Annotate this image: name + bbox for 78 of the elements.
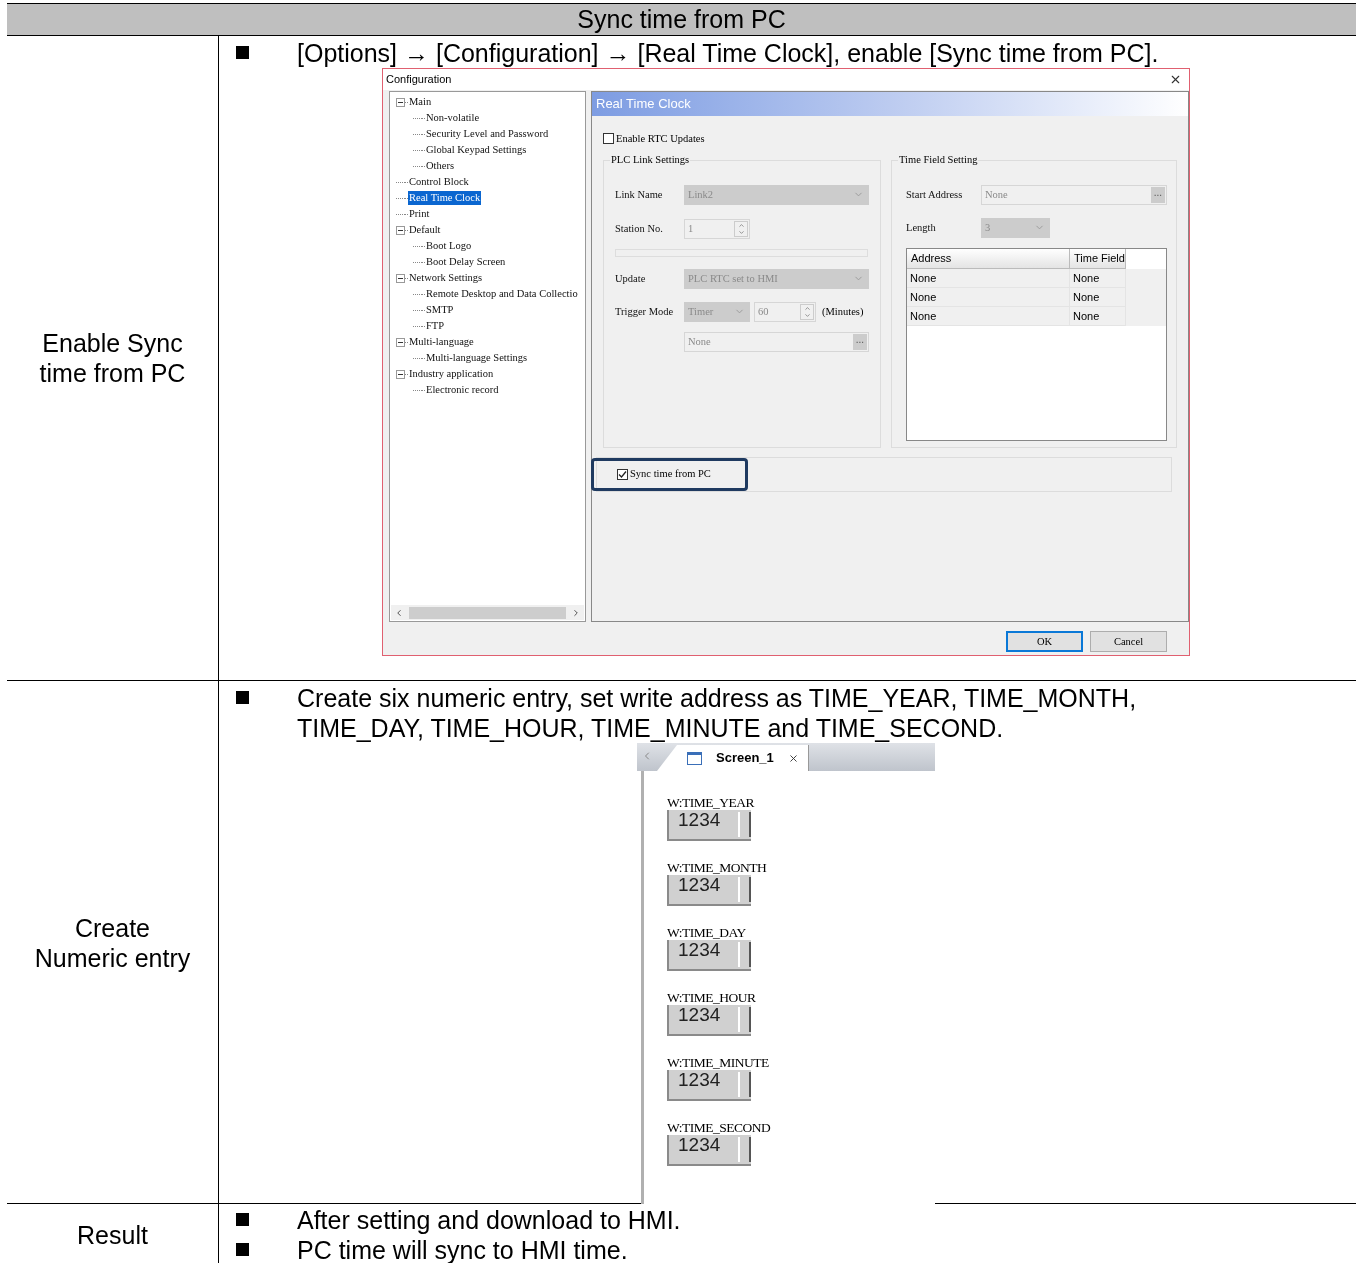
header-title: Sync time from PC: [577, 3, 786, 35]
field-label: Trigger Mode: [615, 304, 675, 319]
collapse-icon[interactable]: [396, 225, 405, 235]
table-cell: None: [907, 287, 1070, 307]
tree-item[interactable]: Real Time Clock: [408, 191, 482, 205]
checkbox-label: Enable RTC Updates: [616, 132, 705, 146]
step-label: Result: [77, 1219, 148, 1250]
tree-item[interactable]: Remote Desktop and Data Collectio: [425, 287, 579, 301]
step-label: Enable Sync time from PC: [38, 328, 187, 388]
check-icon: [618, 469, 627, 479]
dialog-button[interactable]: OK: [1006, 631, 1083, 652]
tree-item[interactable]: Global Keypad Settings: [425, 143, 528, 157]
field-label: Length: [906, 220, 937, 235]
dialog-button[interactable]: Cancel: [1090, 631, 1167, 652]
step-label: Create Numeric entry: [33, 912, 192, 973]
field-label: Start Address: [906, 187, 964, 202]
checkbox[interactable]: [617, 468, 628, 480]
address-label: W:TIME_MINUTE: [667, 1055, 770, 1070]
numeric-entry[interactable]: 1234: [667, 875, 751, 906]
bullet-icon: [236, 691, 249, 704]
tree-item[interactable]: Network Settings: [408, 271, 484, 285]
numeric-entry[interactable]: 1234: [667, 1070, 751, 1101]
horizontal-scrollbar[interactable]: [391, 605, 584, 620]
tree-item[interactable]: Main: [408, 95, 433, 109]
tree-item[interactable]: Industry application: [408, 367, 495, 381]
screen-tab[interactable]: Screen_1: [657, 745, 809, 771]
step-text: Create six numeric entry, set write address as TIME_YEAR, TIME_MONTH, TIME_DAY, TIME_HOUR, TIME_MINUTE and TIME_SECOND.: [297, 683, 1138, 743]
group-title: Time Field Setting: [898, 153, 979, 166]
address-label: W:TIME_SECOND: [667, 1120, 772, 1135]
close-icon[interactable]: [1169, 73, 1182, 86]
scroll-left-icon[interactable]: [394, 607, 404, 618]
checkbox-label: Sync time from PC: [630, 467, 711, 482]
tree-item[interactable]: Default: [408, 223, 442, 237]
dialog-title: Configuration: [386, 72, 452, 88]
step-text: After setting and download to HMI.: [297, 1205, 681, 1235]
collapse-icon[interactable]: [396, 273, 405, 283]
collapse-icon[interactable]: [396, 369, 405, 379]
address-label: W:TIME_DAY: [667, 925, 747, 940]
tree-item[interactable]: Print: [408, 207, 431, 221]
address-label: W:TIME_YEAR: [667, 795, 755, 810]
tree-item[interactable]: Boot Logo: [425, 239, 473, 253]
bullet-icon: [236, 1243, 249, 1256]
window-icon: [687, 751, 702, 765]
tree-item[interactable]: Electronic record: [425, 383, 500, 397]
collapse-icon[interactable]: [396, 337, 405, 347]
table-cell: None: [1070, 287, 1126, 307]
table-cell: None: [907, 306, 1070, 326]
step-text: [Options] → [Configuration] → [Real Time Clock], enable [Sync time from PC].: [297, 38, 1159, 68]
checkbox[interactable]: [603, 133, 614, 145]
tree-item[interactable]: FTP: [425, 319, 446, 333]
tree-item[interactable]: SMTP: [425, 303, 455, 317]
numeric-entry[interactable]: 1234: [667, 940, 751, 971]
tree-item[interactable]: Non-volatile: [425, 111, 481, 125]
table-cell: None: [1070, 268, 1126, 288]
collapse-icon[interactable]: [396, 97, 405, 107]
tree-item[interactable]: Multi-language: [408, 335, 475, 349]
address-label: W:TIME_HOUR: [667, 990, 757, 1005]
table-cell: None: [1070, 306, 1126, 326]
field-label: Station No.: [615, 221, 664, 236]
bullet-icon: [236, 1213, 249, 1226]
numeric-entry[interactable]: 1234: [667, 810, 751, 841]
unit-label: (Minutes): [822, 304, 864, 319]
numeric-entry[interactable]: 1234: [667, 1135, 751, 1166]
close-icon[interactable]: [787, 752, 799, 764]
bullet-icon: [236, 46, 249, 59]
panel-title: Real Time Clock: [596, 95, 691, 114]
group-title: PLC Link Settings: [610, 153, 691, 166]
tree-item[interactable]: Security Level and Password: [425, 127, 550, 141]
address-label: W:TIME_MONTH: [667, 860, 768, 875]
field-label: Update: [615, 271, 647, 286]
scroll-right-icon[interactable]: [571, 607, 581, 618]
table-cell: None: [907, 268, 1070, 288]
field-label: Link Name: [615, 187, 664, 202]
tree-item[interactable]: Boot Delay Screen: [425, 255, 507, 269]
tree-item[interactable]: Others: [425, 159, 455, 173]
numeric-entry[interactable]: 1234: [667, 1005, 751, 1036]
tree-item[interactable]: Multi-language Settings: [425, 351, 529, 365]
tree-item[interactable]: Control Block: [408, 175, 470, 189]
